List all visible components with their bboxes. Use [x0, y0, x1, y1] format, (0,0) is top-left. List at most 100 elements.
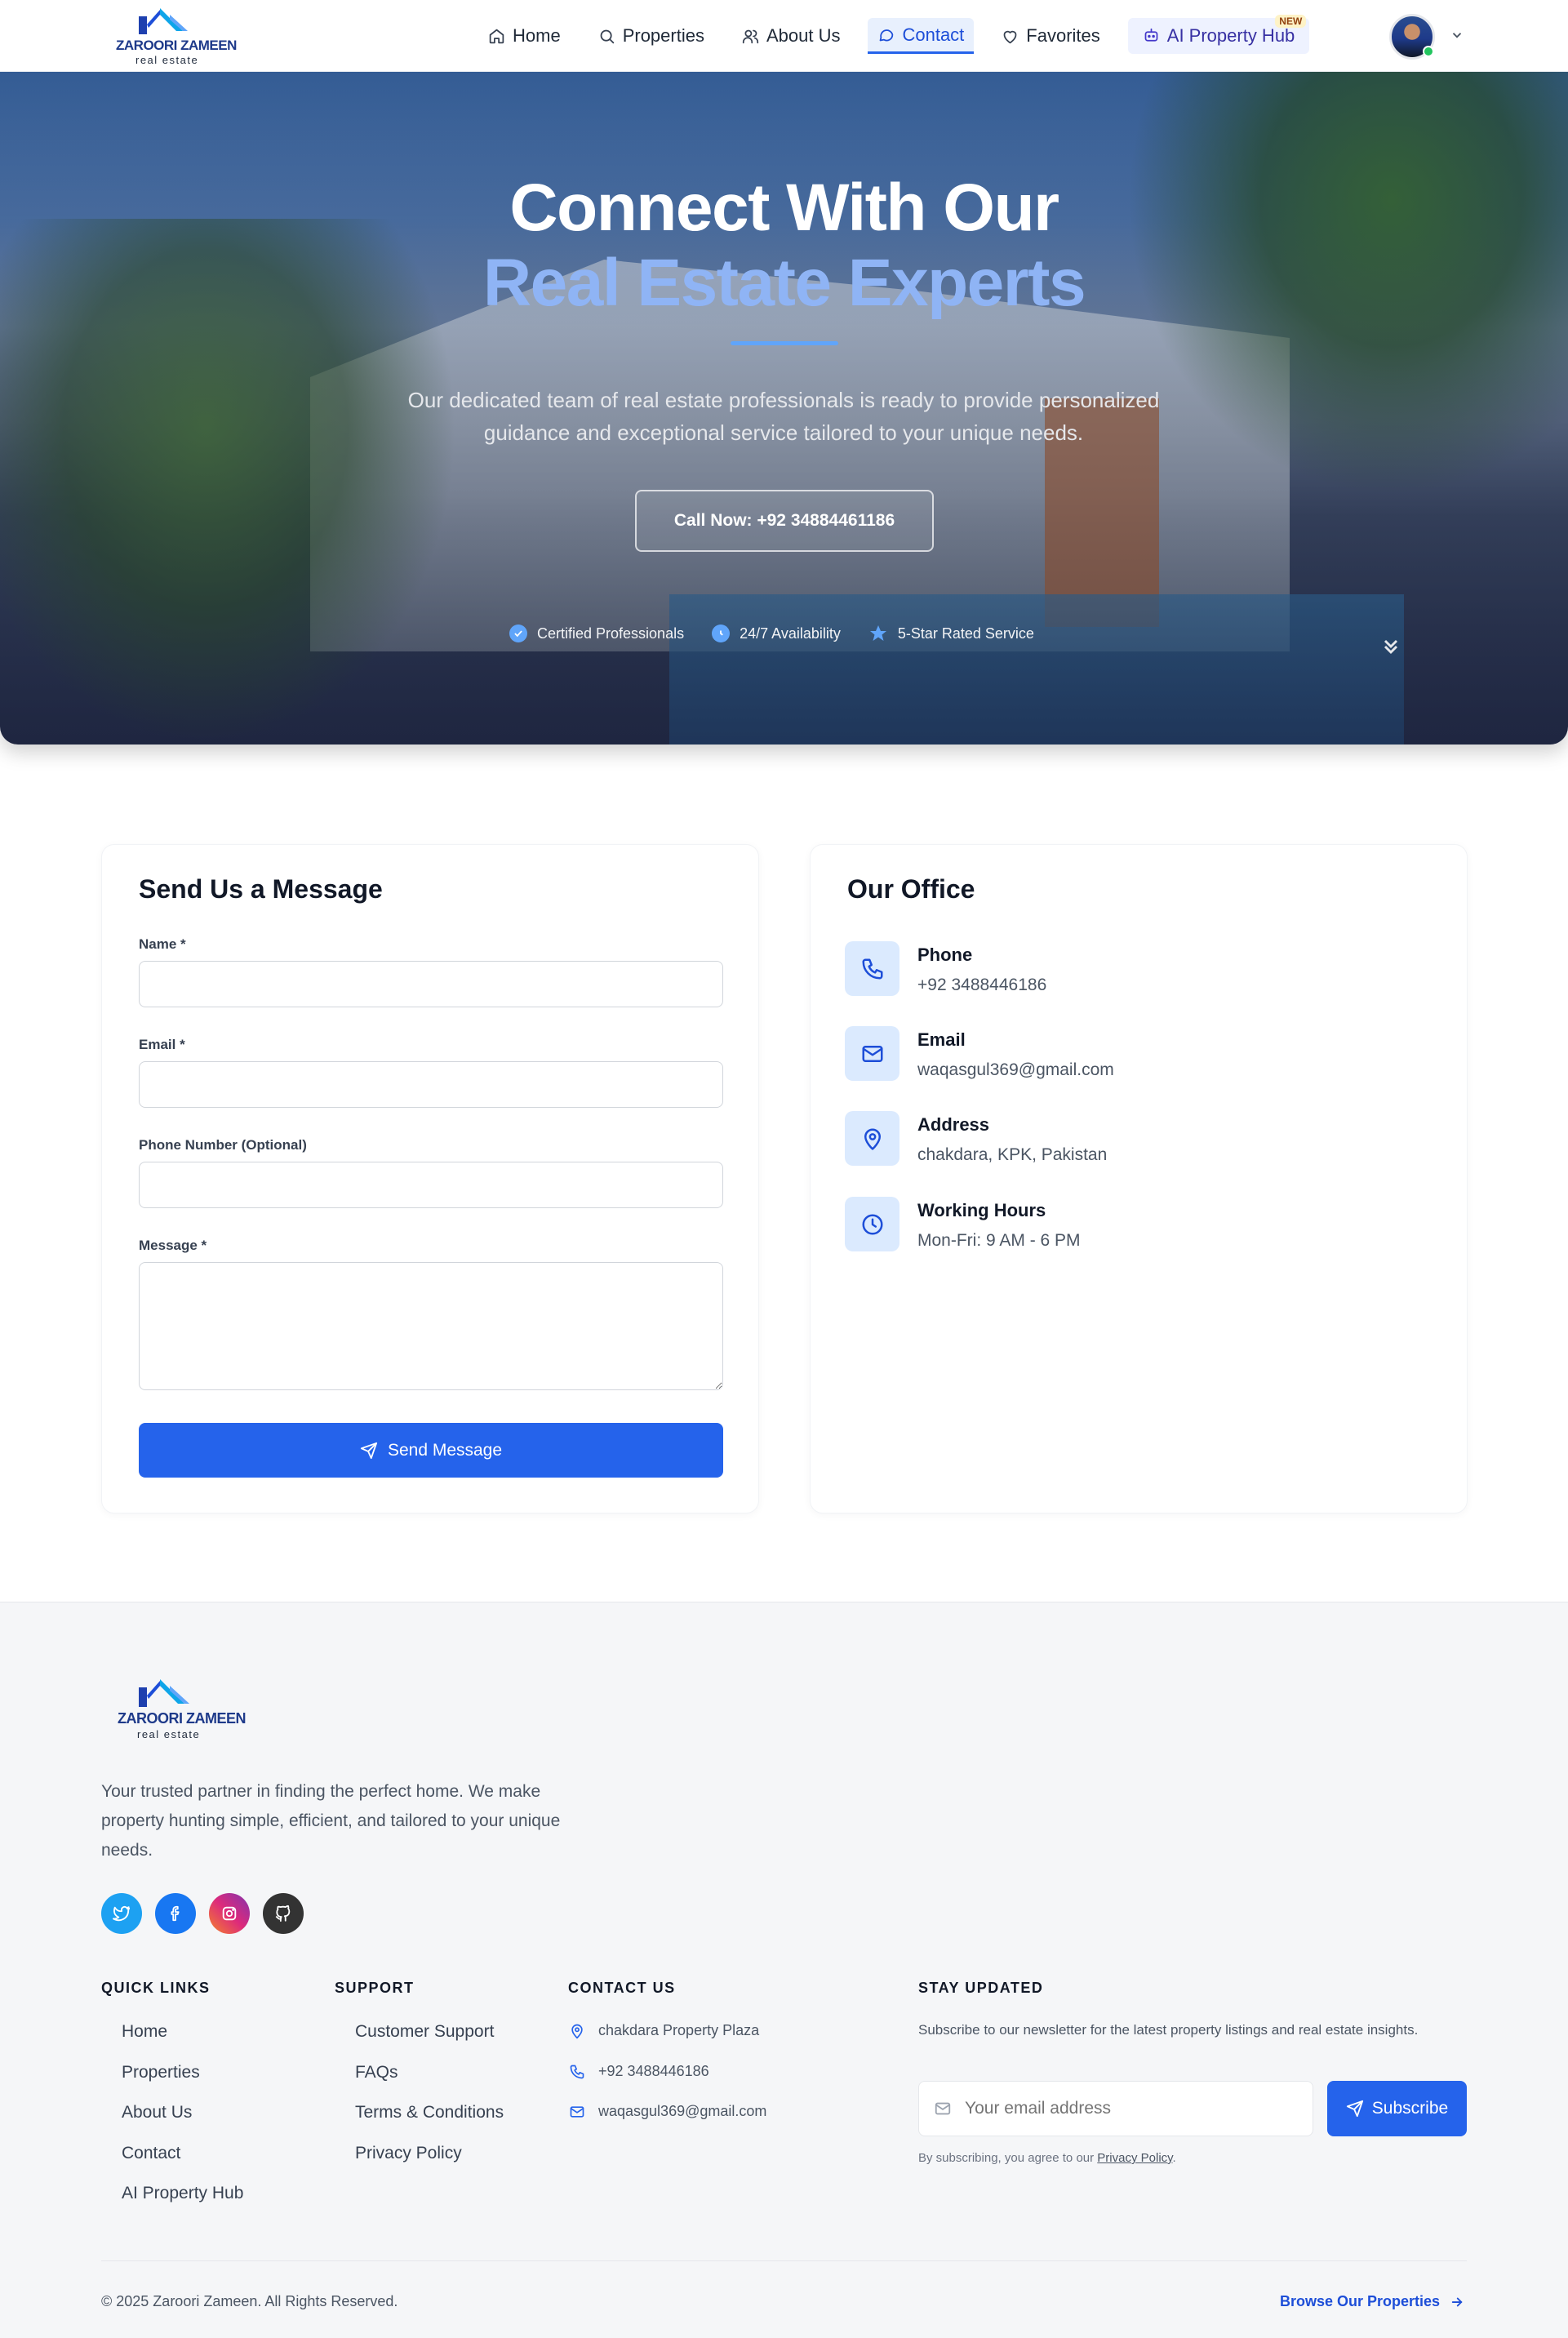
- newsletter-title: STAY UPDATED: [918, 1980, 1044, 1996]
- office-item-value: +92 3488446186: [917, 976, 1047, 994]
- check-circle-icon: [509, 625, 527, 642]
- nav-item-favorites[interactable]: Favorites: [992, 18, 1109, 54]
- agreement-text: By subscribing, you agree to our: [918, 2151, 1095, 2165]
- office-item-value: waqasgul369@gmail.com: [917, 1060, 1114, 1079]
- footer-contact-address: chakdara Property Plaza: [569, 2022, 759, 2039]
- footer-link-properties[interactable]: Properties: [122, 2063, 200, 2082]
- message-field[interactable]: [139, 1262, 723, 1390]
- facebook-icon[interactable]: [155, 1893, 196, 1934]
- hero-feature: Certified Professionals: [509, 624, 684, 643]
- nav-item-properties[interactable]: Properties: [589, 18, 714, 54]
- footer-link-about[interactable]: About Us: [122, 2103, 192, 2122]
- office-item-title: Email: [917, 1029, 966, 1050]
- nav-item-contact[interactable]: Contact: [868, 18, 975, 54]
- online-status-dot: [1423, 46, 1434, 57]
- send-message-button[interactable]: Send Message: [139, 1423, 723, 1478]
- nav-label: AI Property Hub: [1166, 25, 1295, 46]
- hero-title-highlight: Real Estate Experts: [482, 246, 1086, 320]
- chevron-down-icon[interactable]: [1450, 28, 1464, 42]
- footer-link-home[interactable]: Home: [122, 2022, 167, 2042]
- footer-link-faqs[interactable]: FAQs: [355, 2063, 398, 2082]
- newsletter-email-input[interactable]: [965, 2099, 1291, 2118]
- subscribe-button[interactable]: Subscribe: [1327, 2081, 1467, 2136]
- footer-contact-value: waqasgul369@gmail.com: [598, 2103, 767, 2119]
- office-hours: Working Hours Mon-Fri: 9 AM - 6 PM: [845, 1197, 1081, 1251]
- mail-icon: [935, 2102, 951, 2115]
- browse-properties-link[interactable]: Browse Our Properties: [1280, 2293, 1464, 2310]
- message-icon: [880, 29, 894, 42]
- brand-name: ZAROORI ZAMEEN: [116, 38, 237, 53]
- agreement-suffix: .: [1172, 2151, 1176, 2165]
- hero-feature-label: 24/7 Availability: [740, 625, 841, 642]
- nav-menu: Home Properties About Us Contact Favorit…: [478, 15, 1327, 54]
- phone-icon: [570, 2065, 584, 2078]
- hero-title: Connect With Our: [509, 171, 1059, 245]
- nav-label: About Us: [766, 25, 841, 46]
- nav-label: Home: [513, 25, 561, 46]
- site-footer: ZAROORI ZAMEEN real estate Your trusted …: [0, 1602, 1568, 2338]
- github-icon[interactable]: [263, 1893, 304, 1934]
- office-address: Address chakdara, KPK, Pakistan: [845, 1111, 1107, 1166]
- nav-label: Favorites: [1026, 25, 1100, 46]
- form-title: Send Us a Message: [139, 874, 383, 904]
- footer-contact-value: chakdara Property Plaza: [598, 2022, 760, 2038]
- privacy-policy-link[interactable]: Privacy Policy: [1097, 2151, 1172, 2165]
- send-icon: [360, 1442, 378, 1459]
- quick-links-title: QUICK LINKS: [101, 1980, 211, 1996]
- nav-item-ai-property-hub[interactable]: AI Property Hub NEW: [1127, 15, 1310, 54]
- star-icon: [868, 624, 888, 643]
- footer-link-ai-property-hub[interactable]: AI Property Hub: [122, 2184, 243, 2203]
- office-item-value: chakdara, KPK, Pakistan: [917, 1145, 1108, 1164]
- send-message-label: Send Message: [387, 1440, 503, 1460]
- brand-logo[interactable]: ZAROORI ZAMEEN real estate: [114, 5, 237, 67]
- footer-contact-phone: +92 3488446186: [569, 2063, 709, 2080]
- subscribe-label: Subscribe: [1371, 2099, 1449, 2118]
- subscribe-agreement: By subscribing, you agree to our Privacy…: [918, 2151, 1176, 2165]
- twitter-icon[interactable]: [101, 1893, 142, 1934]
- name-label: Name *: [139, 936, 186, 952]
- contact-form-card: Send Us a Message Name * Email * Phone N…: [101, 844, 759, 1513]
- office-info-card: Our Office Phone +92 3488446186 Email wa…: [810, 844, 1468, 1513]
- office-item-value: Mon-Fri: 9 AM - 6 PM: [917, 1231, 1081, 1250]
- office-item-title: Working Hours: [917, 1200, 1046, 1220]
- nav-label: Contact: [902, 24, 965, 45]
- nav-label: Properties: [622, 25, 704, 46]
- instagram-icon[interactable]: [209, 1893, 250, 1934]
- call-now-button[interactable]: Call Now: +92 34884461186: [635, 490, 934, 552]
- footer-link-terms[interactable]: Terms & Conditions: [355, 2103, 504, 2122]
- name-field[interactable]: [139, 961, 723, 1007]
- newsletter-email-wrapper: [918, 2081, 1313, 2136]
- hero-feature-label: 5-Star Rated Service: [897, 625, 1034, 642]
- phone-field[interactable]: [139, 1162, 723, 1208]
- support-title: SUPPORT: [335, 1980, 415, 1996]
- new-badge: NEW: [1275, 15, 1307, 28]
- mail-icon: [845, 1026, 899, 1081]
- scroll-down-icon[interactable]: [1379, 635, 1402, 658]
- hero-background-pool: [669, 594, 1404, 745]
- footer-link-contact[interactable]: Contact: [122, 2144, 180, 2163]
- footer-link-customer-support[interactable]: Customer Support: [355, 2022, 494, 2042]
- bot-icon: [1144, 28, 1158, 42]
- message-label: Message *: [139, 1238, 207, 1253]
- brand-name: ZAROORI ZAMEEN: [118, 1710, 247, 1727]
- map-pin-icon: [571, 2024, 583, 2038]
- footer-logo[interactable]: ZAROORI ZAMEEN real estate: [118, 1674, 247, 1748]
- phone-label: Phone Number (Optional): [139, 1137, 307, 1153]
- browse-properties-label: Browse Our Properties: [1280, 2293, 1441, 2309]
- heart-icon: [1003, 30, 1017, 43]
- nav-item-home[interactable]: Home: [478, 18, 571, 54]
- office-email: Email waqasgul369@gmail.com: [845, 1026, 1114, 1081]
- brand-tagline: real estate: [135, 54, 199, 66]
- hero-features: Certified Professionals 24/7 Availabilit…: [509, 624, 1034, 643]
- contact-us-title: CONTACT US: [568, 1980, 676, 1996]
- hero-description: Our dedicated team of real estate profes…: [407, 388, 1160, 445]
- send-icon: [1346, 2100, 1363, 2118]
- hero-feature-label: Certified Professionals: [537, 625, 685, 642]
- brand-tagline: real estate: [137, 1728, 201, 1740]
- footer-link-privacy[interactable]: Privacy Policy: [355, 2144, 462, 2163]
- email-field[interactable]: [139, 1061, 723, 1108]
- arrow-right-icon: [1451, 2297, 1463, 2306]
- nav-item-about[interactable]: About Us: [732, 18, 851, 54]
- users-icon: [742, 29, 759, 43]
- hero-underline: [731, 341, 838, 345]
